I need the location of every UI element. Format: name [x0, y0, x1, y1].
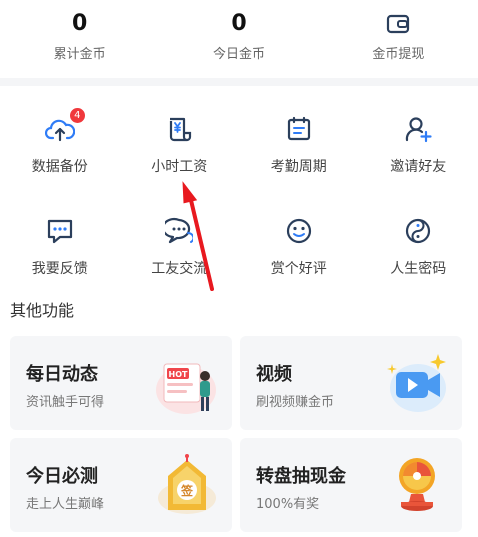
feature-invite-friends[interactable]: 邀请好友: [359, 100, 478, 202]
card-title: 每日动态: [26, 364, 98, 385]
cloud-upload-icon: 4: [44, 108, 85, 144]
feature-row: 4 数据备份 小时工资 考勤周期 邀请好友: [0, 100, 478, 202]
card-daily-test[interactable]: 今日必测 走上人生巅峰 签: [10, 438, 232, 532]
feature-attendance-cycle[interactable]: 考勤周期: [239, 100, 359, 202]
yuan-scroll-icon: [164, 114, 194, 144]
feature-feedback[interactable]: 我要反馈: [0, 202, 120, 304]
video-camera-illustration: [384, 350, 450, 416]
withdraw-label: 金币提现: [372, 47, 425, 62]
feature-grid: 4 数据备份 小时工资 考勤周期 邀请好友 我要反馈 工友交流 赏个好评 人生密…: [0, 100, 478, 304]
stat-total-coins[interactable]: 0 累计金币: [0, 0, 159, 78]
total-coins-label: 累计金币: [53, 47, 106, 62]
feature-label: 我要反馈: [31, 261, 88, 277]
hot-news-illustration: HOT: [154, 350, 220, 416]
card-subtitle: 走上人生巅峰: [26, 497, 105, 512]
feature-row: 我要反馈 工友交流 赏个好评 人生密码: [0, 202, 478, 304]
feature-label: 人生密码: [390, 261, 447, 277]
stats-bar: 0 累计金币 0 今日金币 金币提现: [0, 0, 478, 78]
stat-withdraw[interactable]: 金币提现: [319, 0, 478, 78]
total-coins-value: 0: [72, 11, 88, 36]
feature-rate-us[interactable]: 赏个好评: [239, 202, 359, 304]
feature-label: 数据备份: [31, 159, 88, 175]
feature-label: 工友交流: [151, 261, 208, 277]
trophy-wheel-illustration: [384, 452, 450, 518]
card-video[interactable]: 视频 刷视频赚金币: [240, 336, 462, 430]
chat-bubbles-icon: [164, 216, 194, 246]
stat-today-coins[interactable]: 0 今日金币: [159, 0, 318, 78]
card-wheel-cash[interactable]: 转盘抽现金 100%有奖: [240, 438, 462, 532]
fortune-sign-illustration: 签: [154, 452, 220, 518]
section-divider: [0, 78, 478, 86]
card-subtitle: 100%有奖: [256, 497, 320, 512]
feature-label: 赏个好评: [270, 261, 327, 277]
feature-label: 小时工资: [151, 159, 208, 175]
wallet-icon: [386, 11, 410, 37]
feature-data-backup[interactable]: 4 数据备份: [0, 100, 120, 202]
card-title: 视频: [256, 364, 292, 385]
feature-life-password[interactable]: 人生密码: [359, 202, 478, 304]
feature-hourly-wage[interactable]: 小时工资: [120, 100, 240, 202]
sign-label: 签: [180, 483, 194, 498]
card-title: 转盘抽现金: [256, 466, 346, 487]
card-title: 今日必测: [26, 466, 98, 487]
other-features-title: 其他功能: [10, 301, 75, 320]
feature-worker-chat[interactable]: 工友交流: [120, 202, 240, 304]
card-subtitle: 资讯触手可得: [26, 395, 105, 410]
card-daily-news[interactable]: 每日动态 资讯触手可得 HOT: [10, 336, 232, 430]
today-coins-value: 0: [231, 11, 247, 36]
today-coins-label: 今日金币: [212, 47, 265, 62]
feature-label: 考勤周期: [270, 159, 327, 175]
calendar-icon: [284, 114, 314, 144]
add-user-icon: [403, 114, 433, 144]
feature-label: 邀请好友: [390, 159, 447, 175]
smile-icon: [284, 216, 314, 246]
feedback-chat-icon: [45, 216, 75, 246]
hot-label: HOT: [169, 370, 188, 379]
backup-badge: 4: [69, 108, 85, 123]
card-subtitle: 刷视频赚金币: [256, 395, 335, 410]
yin-yang-icon: [403, 216, 433, 246]
